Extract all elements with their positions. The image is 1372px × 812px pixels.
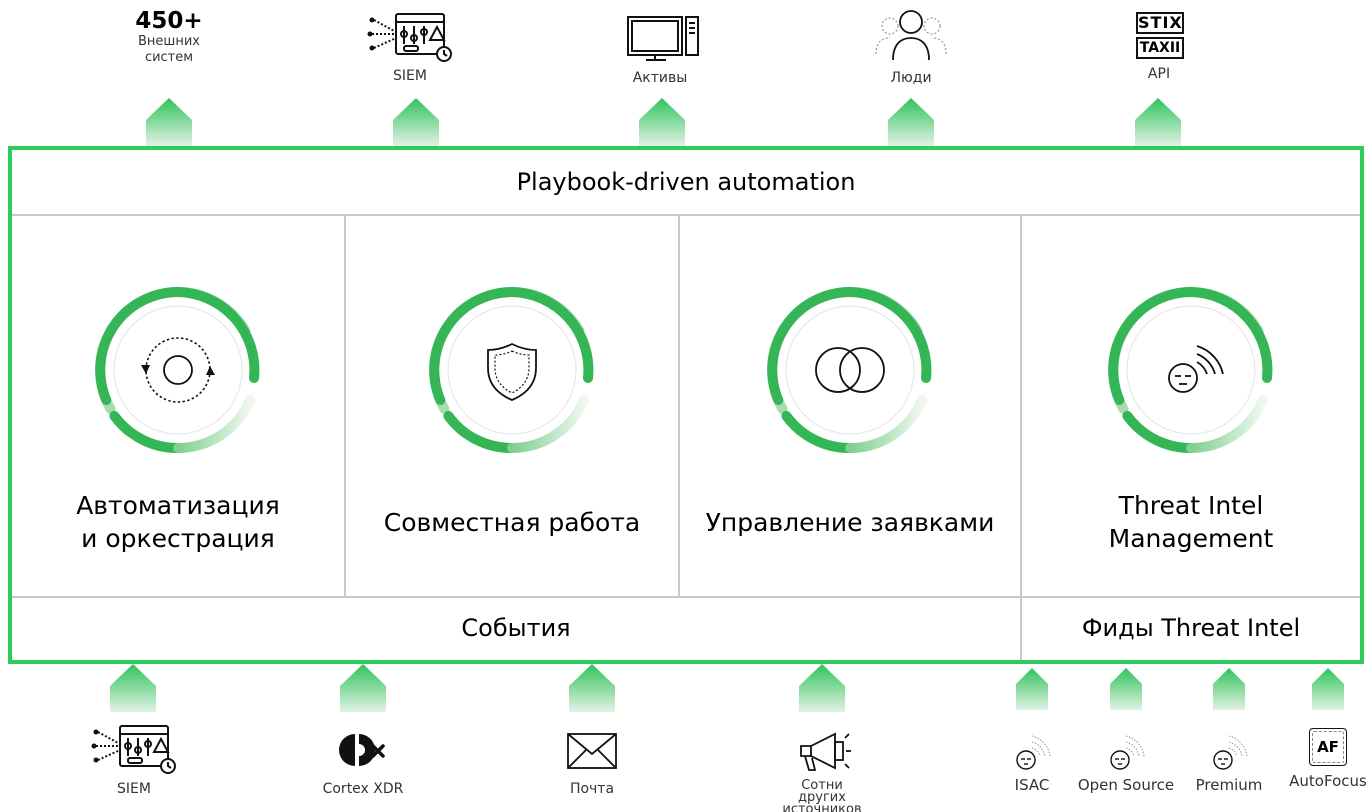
- external-systems-count: 450+: [135, 8, 203, 34]
- stix-taxii-logo: STIX TAXII: [1130, 10, 1188, 62]
- footer-divider: [12, 596, 1360, 598]
- siem-icon: [367, 13, 452, 62]
- bottom-siem-label: SIEM: [117, 781, 151, 797]
- external-systems-line2: систем: [144, 50, 194, 65]
- arrow-up-api: [1135, 98, 1181, 146]
- autofocus-logo: AF: [1309, 728, 1347, 766]
- panel-threat-intel-label: Threat Intel Management: [1108, 491, 1274, 553]
- bottom-isac-item: ISAC: [997, 734, 1067, 794]
- bottom-other-item: Сотни других источников: [752, 726, 892, 812]
- feeds-footer: Фиды Threat Intel: [1081, 614, 1301, 642]
- panel-orchestration: Автоматизация и оркестрация: [12, 218, 344, 598]
- arrow-up-external: [146, 98, 192, 146]
- bottom-cortex-label: Cortex XDR: [322, 781, 404, 797]
- autofocus-logo-text: AF: [1312, 731, 1344, 763]
- threat-feed-icon: [1213, 735, 1248, 770]
- top-api-label: API: [1147, 66, 1171, 82]
- top-assets-item: Активы: [595, 14, 725, 86]
- orchestration-icon: [141, 337, 215, 403]
- siem-icon: [91, 725, 176, 774]
- envelope-icon: [567, 733, 617, 769]
- header-divider: [12, 214, 1360, 216]
- cortex-xdr-icon: [339, 734, 385, 766]
- bottom-open-source-label: Open Source: [1077, 776, 1175, 794]
- playbook-header: Playbook-driven automation: [516, 168, 856, 196]
- top-siem-label: SIEM: [393, 68, 427, 84]
- panel-orchestration-label: Автоматизация и оркестрация: [76, 491, 280, 553]
- panel-case-management-label: Управление заявками: [705, 507, 995, 537]
- bottom-premium-label: Premium: [1195, 776, 1263, 794]
- people-icon: [875, 10, 947, 61]
- taxii-logo-text: TAXII: [1136, 37, 1184, 59]
- bottom-autofocus-label: AutoFocus: [1289, 772, 1367, 790]
- computer-icon: [627, 16, 699, 61]
- top-people-label: Люди: [890, 70, 932, 86]
- bottom-autofocus-item: AF AutoFocus: [1284, 728, 1372, 790]
- panel-collaboration-label: Совместная работа: [383, 507, 641, 537]
- external-systems-line1: Внешних: [138, 34, 200, 49]
- events-footer: События: [461, 614, 571, 642]
- panel-collaboration: Совместная работа: [346, 218, 678, 598]
- case-management-ring: [766, 286, 932, 454]
- arrow-up-siem: [393, 98, 439, 146]
- arrow-up-cortex: [340, 664, 386, 712]
- bottom-cortex-item: Cortex XDR: [293, 730, 433, 797]
- megaphone-icon: [800, 732, 851, 771]
- threat-intel-icon: [1168, 345, 1224, 393]
- threat-intel-ring: [1107, 286, 1273, 454]
- arrow-up-bottom-siem: [110, 664, 156, 712]
- automation-frame: Playbook-driven automation Автоматизация…: [8, 146, 1364, 664]
- overlapping-circles-icon: [815, 347, 885, 393]
- bottom-siem-item: SIEM: [64, 722, 204, 797]
- bottom-isac-label: ISAC: [1014, 776, 1050, 794]
- collaboration-ring: [428, 286, 594, 454]
- external-systems-item: 450+ Внешних систем: [104, 8, 234, 66]
- arrow-up-premium: [1213, 668, 1245, 710]
- arrow-up-assets: [639, 98, 685, 146]
- shield-icon: [487, 342, 537, 401]
- arrow-up-open-source: [1110, 668, 1142, 710]
- bottom-other-label: Сотни других источников: [782, 778, 862, 812]
- arrow-up-autofocus: [1312, 668, 1344, 710]
- arrow-up-isac: [1016, 668, 1048, 710]
- arrow-up-mail: [569, 664, 615, 712]
- threat-feed-icon: [1110, 735, 1145, 770]
- orchestration-ring: [94, 286, 260, 454]
- arrow-up-people: [888, 98, 934, 146]
- arrow-up-other: [799, 664, 845, 712]
- stix-logo-text: STIX: [1136, 12, 1184, 34]
- bottom-mail-item: Почта: [522, 730, 662, 797]
- panel-case-management: Управление заявками: [680, 218, 1020, 598]
- panel-threat-intel: Threat Intel Management: [1022, 218, 1360, 598]
- top-siem-item: SIEM: [345, 10, 475, 84]
- bottom-premium-item: Premium: [1189, 734, 1269, 794]
- bottom-open-source-item: Open Source: [1071, 734, 1181, 794]
- top-people-item: Люди: [846, 8, 976, 86]
- top-api-item: STIX TAXII API: [1094, 10, 1224, 82]
- bottom-mail-label: Почта: [569, 781, 615, 797]
- threat-feed-icon: [1016, 735, 1051, 770]
- top-assets-label: Активы: [632, 70, 688, 86]
